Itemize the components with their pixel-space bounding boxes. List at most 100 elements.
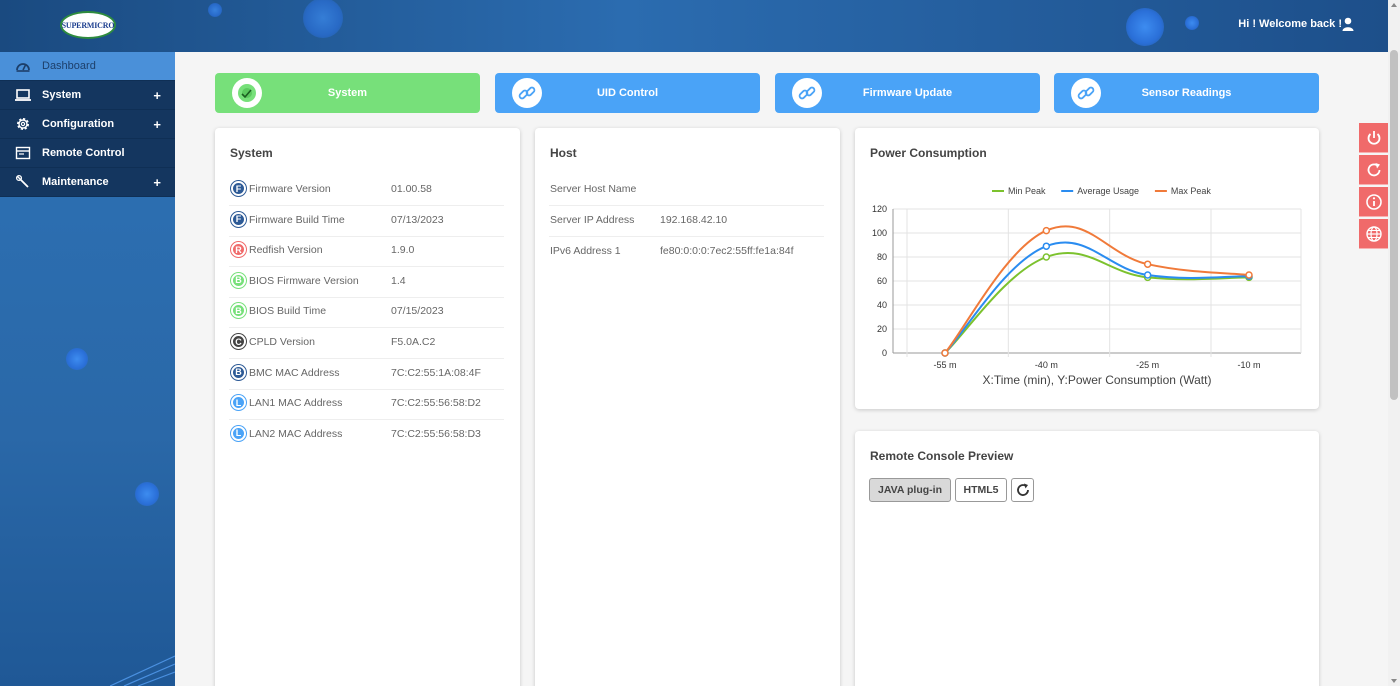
legend-label: Min Peak: [1008, 186, 1046, 196]
row-badge-icon: F: [231, 211, 246, 227]
row-label: LAN1 MAC Address: [249, 397, 343, 410]
reset-button[interactable]: [1359, 155, 1388, 185]
sidebar-item-label: Maintenance: [42, 176, 109, 188]
dashboard-icon: [14, 58, 32, 74]
host-card: Host Server Host Name Server IP Address …: [535, 128, 840, 686]
data-point: [941, 349, 949, 357]
row-value: 192.168.42.10: [660, 214, 728, 226]
sidebar-item-configuration[interactable]: Configuration +: [0, 110, 175, 139]
expand-icon[interactable]: +: [153, 117, 161, 132]
remote-console-card: Remote Console Preview: [855, 431, 1319, 686]
row-label: Server Host Name: [550, 183, 637, 195]
tab-firmware-update[interactable]: Firmware Update: [775, 73, 1040, 113]
row-label: BIOS Firmware Version: [249, 274, 359, 287]
data-point: [1042, 253, 1051, 261]
row-badge-icon: B: [231, 364, 246, 380]
row-label: Firmware Version: [249, 183, 331, 195]
host-row: Server IP Address 192.168.42.10: [549, 206, 824, 237]
host-row: Server Host Name: [549, 175, 824, 206]
system-info-row: F Firmware Version 01.00.58: [229, 175, 504, 206]
y-tick-label: 0: [882, 348, 887, 358]
card-title: Host: [550, 146, 577, 160]
top-header: SUPERMICRO Hi ! Welcome back !: [0, 0, 1388, 52]
java-plugin-button[interactable]: JAVA plug-in: [869, 478, 951, 502]
system-info-row: L LAN2 MAC Address 7C:C2:55:56:58:D3: [229, 420, 504, 451]
scroll-down-icon[interactable]: [1391, 679, 1397, 683]
refresh-preview-button[interactable]: [1011, 478, 1034, 502]
sidebar-item-dashboard[interactable]: Dashboard: [0, 52, 175, 81]
sidebar-item-remote-control[interactable]: Remote Control: [0, 139, 175, 168]
tab-system[interactable]: System: [215, 73, 480, 113]
html5-button[interactable]: HTML5: [955, 478, 1007, 502]
system-info-row: R Redfish Version 1.9.0: [229, 236, 504, 268]
y-tick-label: 100: [872, 228, 887, 238]
y-tick-label: 80: [877, 252, 887, 262]
decorative-orb: [1126, 8, 1164, 46]
row-label: IPv6 Address 1: [550, 245, 621, 257]
welcome-text: Hi ! Welcome back !: [1238, 18, 1342, 30]
series-line: [944, 251, 1250, 354]
row-value: 7C:C2:55:56:58:D2: [391, 397, 481, 410]
row-label: Redfish Version: [249, 244, 323, 257]
row-value: 07/13/2023: [391, 213, 444, 226]
power-icon: [1367, 130, 1380, 145]
row-value: 07/15/2023: [391, 305, 444, 318]
y-tick-label: 120: [872, 204, 887, 214]
sidebar-item-system[interactable]: System +: [0, 81, 175, 110]
series-line: [944, 225, 1250, 354]
sidebar: Dashboard System + Configuration + Remot…: [0, 52, 175, 686]
data-point: [1042, 242, 1051, 250]
row-value: fe80:0:0:0:7ec2:55ff:fe1a:84f: [660, 245, 794, 257]
expand-icon[interactable]: +: [153, 88, 161, 103]
y-tick-label: 20: [877, 324, 887, 334]
row-label: Firmware Build Time: [249, 213, 345, 226]
row-badge-icon: B: [231, 303, 246, 319]
decorative-orb: [208, 3, 222, 17]
y-tick-label: 40: [877, 300, 887, 310]
sidebar-item-label: System: [42, 89, 82, 101]
row-badge-icon: F: [231, 181, 246, 196]
scroll-thumb[interactable]: [1390, 50, 1398, 400]
language-button[interactable]: [1359, 219, 1388, 249]
system-card: System F Firmware Version 01.00.58 F Firmwar…: [215, 128, 520, 686]
x-tick-label: -55 m: [933, 360, 956, 370]
system-info-row: C CPLD Version F5.0A.C2: [229, 328, 504, 359]
row-badge-icon: C: [231, 334, 246, 349]
tab-label: UID Control: [596, 87, 659, 99]
wrench-icon: [14, 174, 32, 190]
row-badge-icon: R: [231, 242, 246, 258]
sidebar-item-label: Configuration: [42, 118, 115, 130]
legend-label: Max Peak: [1171, 186, 1212, 196]
sidebar-item-maintenance[interactable]: Maintenance +: [0, 168, 175, 197]
refresh-icon: [1016, 483, 1029, 496]
row-badge-icon: L: [231, 395, 246, 411]
row-label: Server IP Address: [550, 214, 635, 226]
x-tick-label: -25 m: [1136, 360, 1159, 370]
globe-icon: [1365, 225, 1382, 242]
sidebar-item-label: Remote Control: [42, 147, 125, 159]
tab-label: System: [327, 87, 368, 99]
link-icon: [512, 78, 542, 108]
decorative-orb: [1185, 16, 1199, 30]
tab-sensor-readings[interactable]: Sensor Readings: [1054, 73, 1319, 113]
row-value: F5.0A.C2: [391, 336, 436, 348]
page-scrollbar[interactable]: [1388, 0, 1400, 686]
refresh-icon: [1367, 162, 1380, 176]
link-icon: [792, 78, 822, 108]
row-value: 01.00.58: [391, 183, 432, 195]
row-label: BIOS Build Time: [249, 305, 327, 318]
power-button[interactable]: [1359, 123, 1388, 153]
expand-icon[interactable]: +: [153, 175, 161, 190]
window-icon: [14, 145, 32, 161]
scroll-up-icon[interactable]: [1391, 3, 1397, 7]
user-icon[interactable]: [1342, 17, 1354, 31]
info-button[interactable]: [1359, 187, 1388, 217]
system-info-row: L LAN1 MAC Address 7C:C2:55:56:58:D2: [229, 389, 504, 421]
tab-uid-control[interactable]: UID Control: [495, 73, 760, 113]
power-consumption-card: Power Consumption 0 20 40 60 80 100 120 -55 m -4…: [855, 128, 1319, 409]
info-icon: [1365, 193, 1382, 210]
link-icon: [1071, 78, 1101, 108]
x-tick-label: -10 m: [1237, 360, 1260, 370]
supermicro-logo[interactable]: SUPERMICRO: [60, 11, 116, 39]
decorative-lines: [110, 655, 175, 686]
